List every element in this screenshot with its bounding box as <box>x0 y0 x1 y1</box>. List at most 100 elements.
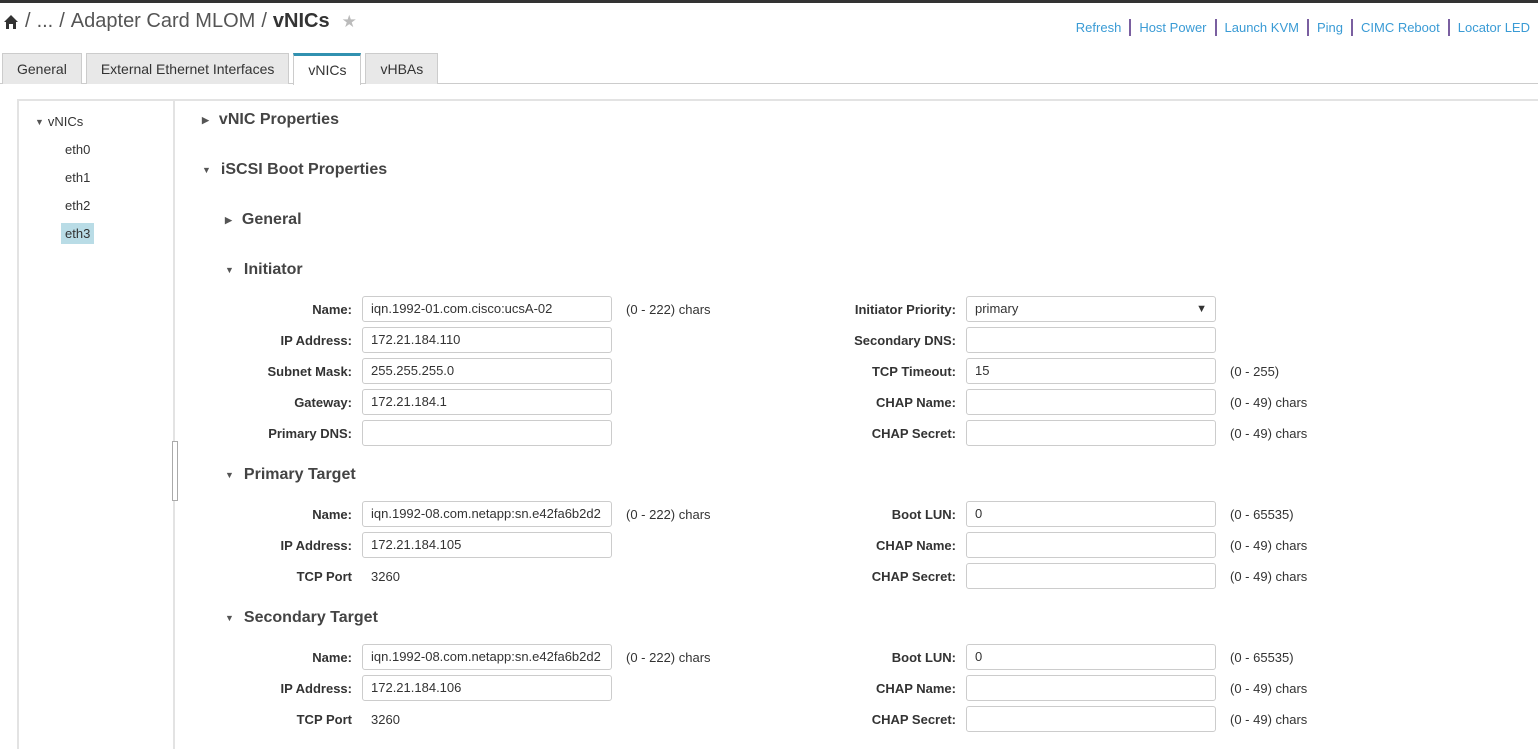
chap-secret-hint: (0 - 49) chars <box>1230 425 1308 441</box>
cimc-reboot-link[interactable]: CIMC Reboot <box>1350 19 1448 36</box>
ip-address-label: IP Address: <box>280 332 352 348</box>
primary-dns-input[interactable] <box>362 420 612 446</box>
tab-general[interactable]: General <box>2 53 82 84</box>
tree-item-eth1[interactable]: eth1 <box>61 167 94 188</box>
dropdown-caret-icon: ▼ <box>1196 303 1207 315</box>
ip-address-label: IP Address: <box>280 537 352 553</box>
primary-dns-label: Primary DNS: <box>268 425 352 441</box>
star-icon[interactable]: ★ <box>342 12 357 32</box>
tcp-port-label: TCP Port <box>296 711 352 727</box>
initiator-row: IP Address: 172.21.184.110 Secondary DNS: <box>177 327 1430 353</box>
chap-secret-label: CHAP Secret: <box>871 425 956 441</box>
ip-address-label: IP Address: <box>280 680 352 696</box>
launch-kvm-link[interactable]: Launch KVM <box>1214 19 1307 36</box>
section-iscsi-boot[interactable]: ▼ iSCSI Boot Properties <box>202 161 387 179</box>
chap-name-label: CHAP Name: <box>876 680 956 696</box>
secondary-target-row: IP Address: 172.21.184.106 CHAP Name: (0 - … <box>177 675 1430 701</box>
name-label: Name: <box>312 506 352 522</box>
breadcrumb-current: vNICs <box>272 10 330 32</box>
name-hint: (0 - 222) chars <box>626 301 711 317</box>
caret-down-icon: ▼ <box>225 613 234 623</box>
section-initiator[interactable]: ▼ Initiator <box>225 261 303 279</box>
tree-item-eth2[interactable]: eth2 <box>61 195 94 216</box>
tab-external-ethernet-interfaces[interactable]: External Ethernet Interfaces <box>85 53 290 84</box>
boot-lun-label: Boot LUN: <box>891 506 956 522</box>
initiator-priority-select[interactable]: primary ▼ <box>966 296 1216 322</box>
locator-led-link[interactable]: Locator LED <box>1447 19 1538 36</box>
chap-name-hint: (0 - 49) chars <box>1230 394 1308 410</box>
secondary-target-row: Name: iqn.1992-08.com.netapp:sn.e42fa6b2d… <box>177 644 1430 670</box>
chap-name-input[interactable] <box>966 675 1216 701</box>
boot-lun-label: Boot LUN: <box>891 649 956 665</box>
name-input[interactable]: iqn.1992-08.com.netapp:sn.e42fa6b2d2 <box>362 644 612 670</box>
tcp-port-label: TCP Port <box>296 568 352 584</box>
chap-secret-input[interactable] <box>966 706 1216 732</box>
initiator-row: Subnet Mask: 255.255.255.0 TCP Timeout: 15 (… <box>177 358 1430 384</box>
initiator-row: Gateway: 172.21.184.1 CHAP Name: (0 - 49) c… <box>177 389 1430 415</box>
home-icon[interactable] <box>3 14 19 30</box>
tab-vhbas[interactable]: vHBAs <box>365 53 439 84</box>
tree-item-eth3[interactable]: eth3 <box>61 223 95 244</box>
host-power-link[interactable]: Host Power <box>1129 19 1214 36</box>
content-area: ▶ vNIC Properties ▼ iSCSI Boot Properties … <box>177 101 1538 749</box>
chap-name-input[interactable] <box>966 532 1216 558</box>
caret-right-icon: ▶ <box>225 214 232 225</box>
breadcrumb-parent[interactable]: Adapter Card MLOM <box>71 10 256 33</box>
chap-name-input[interactable] <box>966 389 1216 415</box>
chap-secret-label: CHAP Secret: <box>871 568 956 584</box>
ip-address-input[interactable]: 172.21.184.105 <box>362 532 612 558</box>
tcp-timeout-label: TCP Timeout: <box>871 363 956 379</box>
primary-target-row: TCP Port 3260 CHAP Secret: (0 - 49) chars <box>177 563 1430 589</box>
initiator-priority-label: Initiator Priority: <box>854 301 956 317</box>
main-panel: ▼ vNICs eth0 eth1 eth2 eth3 ▶ vNIC Propert… <box>17 99 1538 749</box>
chap-name-label: CHAP Name: <box>876 394 956 410</box>
tcp-timeout-input[interactable]: 15 <box>966 358 1216 384</box>
primary-target-row: Name: iqn.1992-08.com.netapp:sn.e42fa6b2d… <box>177 501 1430 527</box>
name-label: Name: <box>312 301 352 317</box>
tree-item-eth0[interactable]: eth0 <box>61 139 94 160</box>
name-input[interactable]: iqn.1992-08.com.netapp:sn.e42fa6b2d2 <box>362 501 612 527</box>
section-primary-target[interactable]: ▼ Primary Target <box>225 466 356 484</box>
chap-name-label: CHAP Name: <box>876 537 956 553</box>
section-secondary-target[interactable]: ▼ Secondary Target <box>225 609 378 627</box>
chap-secret-hint: (0 - 49) chars <box>1230 711 1308 727</box>
name-input[interactable]: iqn.1992-01.com.cisco:ucsA-02 <box>362 296 612 322</box>
boot-lun-input[interactable]: 0 <box>966 644 1216 670</box>
boot-lun-input[interactable]: 0 <box>966 501 1216 527</box>
boot-lun-hint: (0 - 65535) <box>1230 649 1294 665</box>
refresh-link[interactable]: Refresh <box>1068 19 1130 36</box>
name-label: Name: <box>312 649 352 665</box>
chap-name-hint: (0 - 49) chars <box>1230 537 1308 553</box>
section-general[interactable]: ▶ General <box>225 211 302 229</box>
chap-secret-input[interactable] <box>966 420 1216 446</box>
name-hint: (0 - 222) chars <box>626 649 711 665</box>
boot-lun-hint: (0 - 65535) <box>1230 506 1294 522</box>
secondary-dns-input[interactable] <box>966 327 1216 353</box>
tcp-port-value: 3260 <box>371 568 400 584</box>
initiator-row: Primary DNS: CHAP Secret: (0 - 49) chars <box>177 420 1430 446</box>
subnet-mask-input[interactable]: 255.255.255.0 <box>362 358 612 384</box>
caret-down-icon: ▼ <box>202 165 211 175</box>
tab-vnics[interactable]: vNICs <box>293 53 362 85</box>
tcp-timeout-hint: (0 - 255) <box>1230 363 1280 379</box>
chap-secret-hint: (0 - 49) chars <box>1230 568 1308 584</box>
caret-right-icon: ▶ <box>202 114 209 125</box>
ping-link[interactable]: Ping <box>1306 19 1351 36</box>
name-hint: (0 - 222) chars <box>626 506 711 522</box>
section-vnic-properties[interactable]: ▶ vNIC Properties <box>202 111 339 129</box>
breadcrumb-ellipsis[interactable]: ... <box>37 10 54 33</box>
action-links: Refresh Host Power Launch KVM Ping CIMC … <box>1068 19 1538 36</box>
initiator-row: Name: iqn.1992-01.com.cisco:ucsA-02 (0 - 2… <box>177 296 1430 322</box>
chap-name-hint: (0 - 49) chars <box>1230 680 1308 696</box>
top-bar <box>0 0 1538 3</box>
ip-address-input[interactable]: 172.21.184.110 <box>362 327 612 353</box>
caret-down-icon[interactable]: ▼ <box>35 117 44 127</box>
tree-root-vnics[interactable]: ▼ vNICs <box>35 114 83 129</box>
chap-secret-input[interactable] <box>966 563 1216 589</box>
tab-bar: General External Ethernet Interfaces vNI… <box>2 53 439 85</box>
subnet-mask-label: Subnet Mask: <box>267 363 352 379</box>
tcp-port-value: 3260 <box>371 711 400 727</box>
caret-down-icon: ▼ <box>225 265 234 275</box>
gateway-input[interactable]: 172.21.184.1 <box>362 389 612 415</box>
ip-address-input[interactable]: 172.21.184.106 <box>362 675 612 701</box>
